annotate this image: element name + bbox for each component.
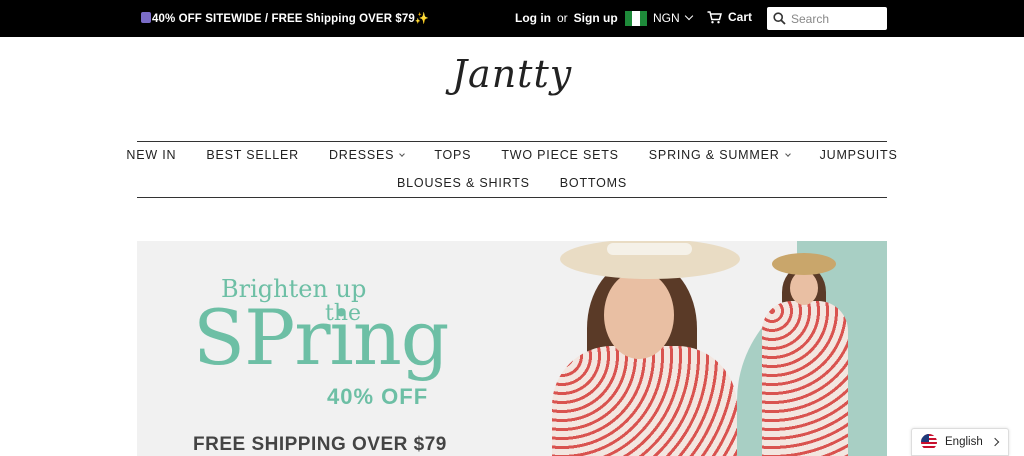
hero-model-fullbody [752, 249, 862, 456]
nav-item-dresses[interactable]: DRESSES [314, 148, 419, 162]
promo-banner: 40% OFF SITEWIDE / FREE Shipping OVER $7… [141, 11, 429, 25]
promo-text: 40% OFF SITEWIDE / FREE Shipping OVER $7… [152, 13, 415, 25]
main-navigation: NEW IN BEST SELLER DRESSES TOPS TWO PIEC… [126, 141, 897, 198]
hero-discount: 40% OFF [327, 384, 429, 409]
hero-headline: SPring [193, 293, 449, 382]
nav-item-label: BEST SELLER [206, 148, 299, 162]
nav-item-new-in[interactable]: NEW IN [111, 148, 191, 162]
model-face [790, 271, 818, 305]
currency-selector[interactable]: NGN [625, 9, 693, 27]
nav-item-blouses-shirts[interactable]: BLOUSES & SHIRTS [382, 176, 545, 190]
nav-item-label: NEW IN [126, 148, 177, 162]
nav-item-label: SPRING & SUMMER [648, 148, 780, 162]
model-face [604, 271, 674, 359]
nav-row-primary: NEW IN BEST SELLER DRESSES TOPS TWO PIEC… [126, 148, 896, 162]
model-dress [762, 301, 848, 456]
nav-item-two-piece-sets[interactable]: TWO PIECE SETS [486, 148, 633, 162]
search-icon[interactable] [773, 12, 786, 25]
announcement-bar: 40% OFF SITEWIDE / FREE Shipping OVER $7… [0, 0, 1024, 37]
model-hat [772, 253, 836, 275]
or-separator: or [557, 11, 568, 25]
search-input[interactable] [791, 11, 883, 26]
nav-item-best-seller[interactable]: BEST SELLER [191, 148, 314, 162]
nav-item-label: TOPS [434, 148, 472, 162]
hero-banner[interactable]: Brighten up SPring the 40% OFF FREE SHIP… [137, 241, 887, 456]
language-label: English [945, 436, 983, 448]
cart-label: Cart [728, 10, 753, 24]
nav-item-bottoms[interactable]: BOTTOMS [545, 176, 642, 190]
hero-tagline-the: the [325, 301, 362, 326]
hero-model-closeup [542, 241, 772, 456]
nav-item-label: BLOUSES & SHIRTS [397, 176, 530, 190]
nav-item-spring-summer[interactable]: SPRING & SUMMER [634, 148, 805, 162]
cart-link[interactable]: Cart [707, 10, 752, 24]
brand-logo[interactable]: Jantty [0, 52, 1024, 96]
account-links: Log in or Sign up [515, 11, 618, 25]
nav-item-tops[interactable]: TOPS [419, 148, 486, 162]
currency-code: NGN [653, 11, 680, 25]
login-link[interactable]: Log in [515, 11, 551, 25]
nav-item-label: DRESSES [328, 148, 395, 162]
search-box [767, 7, 887, 30]
model-hat-band [607, 243, 692, 255]
nav-row-secondary: BLOUSES & SHIRTS BOTTOMS [137, 176, 887, 190]
chevron-down-icon [399, 151, 406, 157]
chevron-down-icon [784, 151, 791, 157]
nigeria-flag-icon [625, 10, 647, 26]
hero-shipping-note: FREE SHIPPING OVER $79 [193, 434, 447, 455]
chevron-down-icon [684, 11, 693, 21]
shopping-bags-icon [141, 12, 151, 23]
nav-item-label: BOTTOMS [559, 176, 627, 190]
chevron-right-icon [990, 437, 1000, 447]
model-dress [552, 346, 737, 456]
nav-item-label: JUMPSUITS [819, 148, 898, 162]
us-flag-icon [921, 434, 937, 450]
language-selector[interactable]: English [911, 428, 1009, 456]
nav-item-label: TWO PIECE SETS [501, 148, 619, 162]
nav-item-jumpsuits[interactable]: JUMPSUITS [805, 148, 913, 162]
signup-link[interactable]: Sign up [574, 11, 618, 25]
sparkle-icon: ✨ [414, 13, 430, 25]
cart-icon [707, 10, 722, 23]
